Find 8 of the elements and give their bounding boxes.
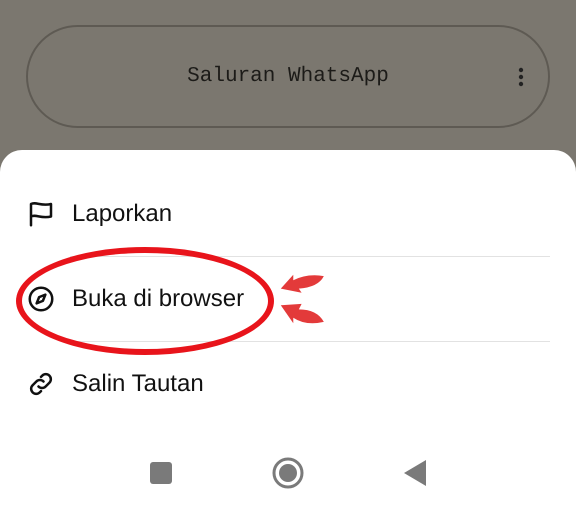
more-icon	[518, 66, 524, 86]
compass-icon	[26, 284, 56, 314]
channel-button[interactable]: Saluran WhatsApp	[26, 25, 550, 128]
menu-item[interactable]: Salin Tautan	[0, 342, 576, 426]
menu-item[interactable]: Buka di browser	[0, 257, 576, 341]
back-icon[interactable]	[404, 460, 426, 486]
menu-item[interactable]: Laporkan	[0, 172, 576, 256]
home-icon[interactable]	[272, 457, 304, 489]
